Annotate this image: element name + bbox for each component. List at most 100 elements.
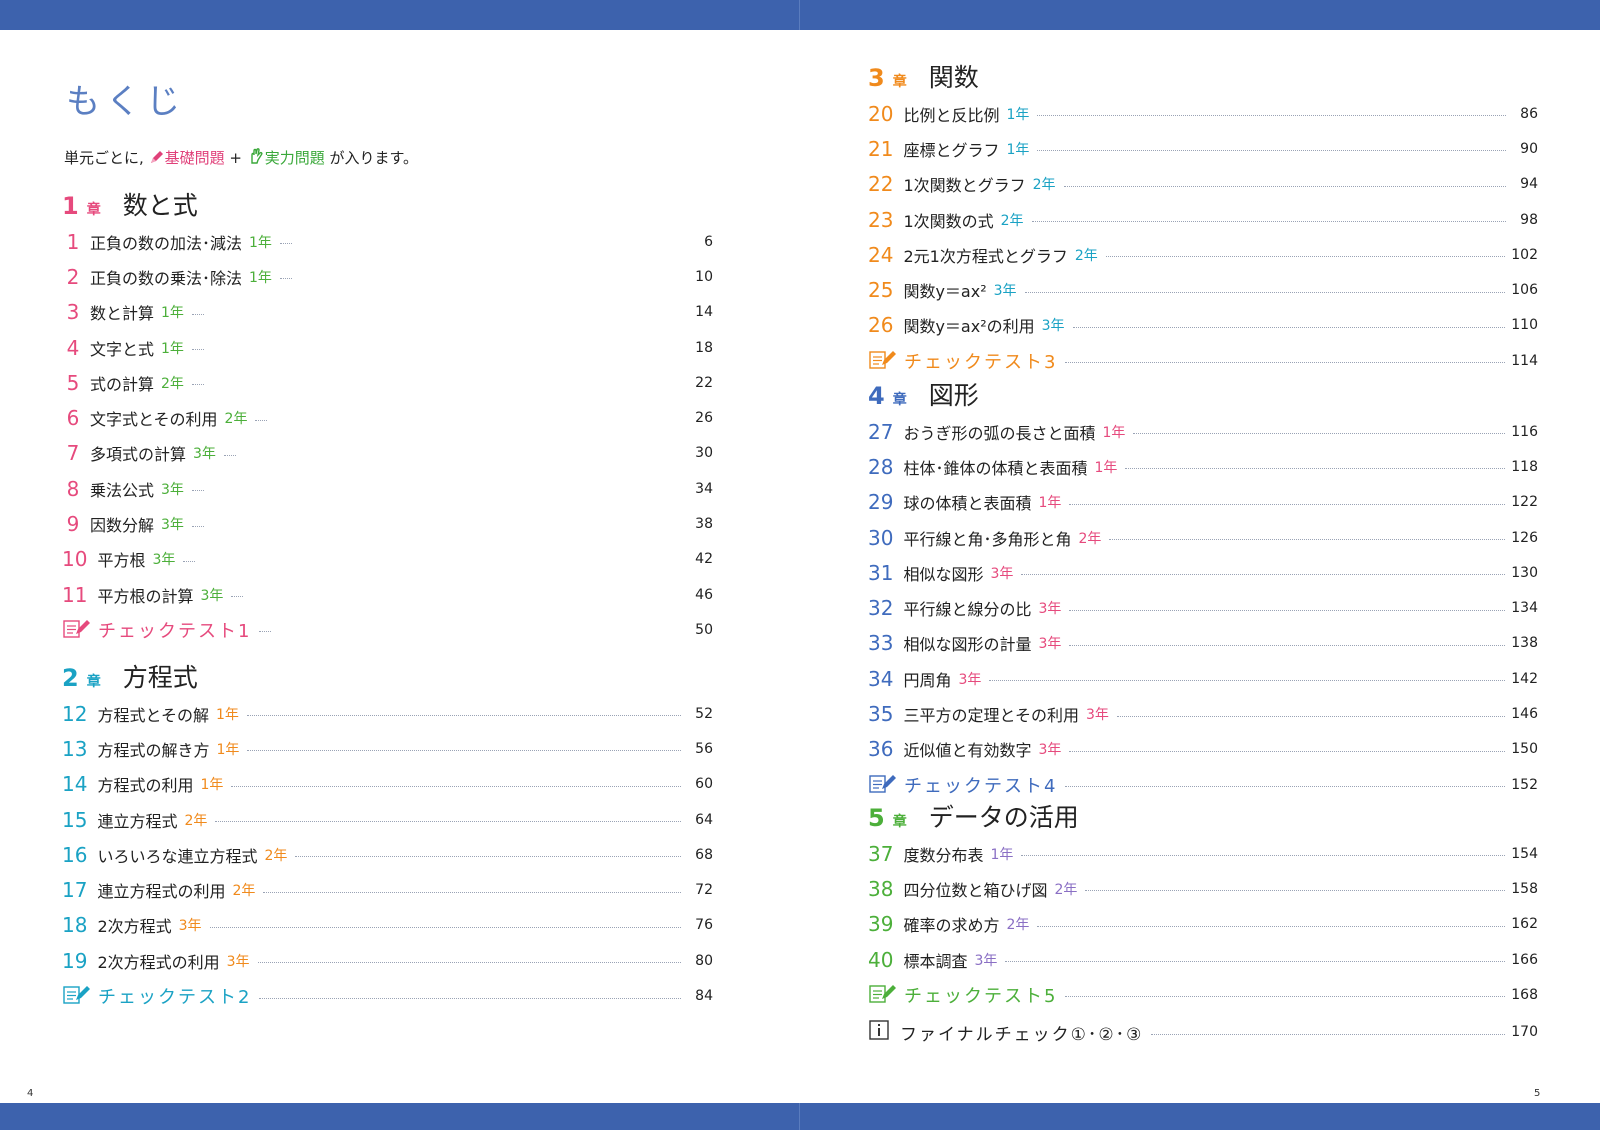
dot-leader xyxy=(191,313,204,315)
item-number: 14 xyxy=(62,772,88,797)
toc-item[interactable]: 35 三平方の定理とその利用 3年 146 xyxy=(868,696,1538,731)
toc-item[interactable]: 38 四分位数と箱ひげ図 2年 158 xyxy=(868,871,1538,906)
toc-item[interactable]: 10 平方根 3年 42 xyxy=(62,542,713,577)
item-title: 球の体積と表面積 xyxy=(903,494,1032,514)
toc-item[interactable]: 6 文字式とその利用 2年 26 xyxy=(62,400,713,435)
toc-item[interactable]: 40 標本調査 3年 166 xyxy=(868,942,1538,977)
toc-item[interactable]: 3 数と計算 1年 14 xyxy=(62,295,713,330)
page-ref: 116 xyxy=(1511,423,1538,440)
dot-leader xyxy=(1065,362,1506,364)
toc-item[interactable]: 26 関数y＝ax²の利用 3年 110 xyxy=(868,308,1538,343)
page-ref: 102 xyxy=(1511,246,1538,263)
item-number: 10 xyxy=(62,547,88,572)
item-number: 27 xyxy=(868,419,894,444)
item-number: 7 xyxy=(66,441,80,466)
toc-item[interactable]: 20 比例と反比例 1年 86 xyxy=(868,96,1538,131)
dot-leader xyxy=(1065,996,1506,998)
checktest-row[interactable]: チェックテスト3 114 xyxy=(868,343,1538,378)
toc-item[interactable]: 31 相似な図形 3年 130 xyxy=(868,555,1538,590)
toc-item[interactable]: 33 相似な図形の計量 3年 138 xyxy=(868,626,1538,661)
item-title: 柱体･錐体の体積と表面積 xyxy=(903,458,1088,478)
toc-item[interactable]: 19 2次方程式の利用 3年 80 xyxy=(62,943,713,978)
page-ref: 126 xyxy=(1511,529,1538,546)
toc-item[interactable]: 39 確率の求め方 2年 162 xyxy=(868,907,1538,942)
checktest-row[interactable]: チェックテスト4 152 xyxy=(868,767,1538,802)
checktest-row[interactable]: チェックテスト1 50 xyxy=(62,612,713,647)
checktest-row[interactable]: チェックテスト5 168 xyxy=(868,977,1538,1012)
grade-badge: 1年 xyxy=(1006,106,1030,123)
final-check-row[interactable]: ファイナルチェック①･②･③ 170 xyxy=(868,1014,1538,1049)
item-title: 2元1次方程式とグラフ xyxy=(903,246,1068,266)
item-number: 37 xyxy=(868,841,894,866)
toc-item[interactable]: 18 2次方程式 3年 76 xyxy=(62,908,713,943)
chapter-title: 図形 xyxy=(928,381,979,410)
page-ref: 30 xyxy=(695,445,713,462)
grade-badge: 1年 xyxy=(161,340,184,357)
toc-item[interactable]: 16 いろいろな連立方程式 2年 68 xyxy=(62,837,713,872)
page-ref: 56 xyxy=(695,740,713,757)
toc-item[interactable]: 7 多項式の計算 3年 30 xyxy=(62,436,713,471)
toc-item[interactable]: 37 度数分布表 1年 154 xyxy=(868,836,1538,871)
grade-badge: 3年 xyxy=(993,283,1017,300)
item-number: 28 xyxy=(868,454,894,479)
toc-item[interactable]: 8 乗法公式 3年 34 xyxy=(62,471,713,506)
item-number: 1 xyxy=(66,229,80,254)
item-title: 正負の数の加法･減法 xyxy=(90,233,243,253)
dot-leader xyxy=(1125,468,1506,470)
toc-chapter-4: 4 章 図形 27 おうぎ形の弧の長さと面積 1年 116 28 柱体･錐体の体積と表面積… xyxy=(868,376,1538,802)
item-title: 確率の求め方 xyxy=(903,916,1000,936)
item-number: 29 xyxy=(868,490,894,515)
grade-badge: 2年 xyxy=(1074,247,1098,264)
page-ref: 46 xyxy=(695,586,713,603)
item-title: おうぎ形の弧の長さと面積 xyxy=(903,423,1096,443)
page-ref: 52 xyxy=(695,705,713,722)
toc-item[interactable]: 13 方程式の解き方 1年 56 xyxy=(62,731,713,766)
grade-badge: 1年 xyxy=(1038,495,1062,512)
toc-item[interactable]: 34 円周角 3年 142 xyxy=(868,661,1538,696)
toc-item[interactable]: 14 方程式の利用 1年 60 xyxy=(62,767,713,802)
toc-item[interactable]: 25 関数y＝ax² 3年 106 xyxy=(868,272,1538,307)
item-title: 文字と式 xyxy=(90,339,155,359)
page-ref: 170 xyxy=(1511,1024,1538,1041)
intro-line: 単元ごとに, 基礎問題 + 実力問題 が入ります。 xyxy=(64,147,418,169)
grade-badge: 3年 xyxy=(178,918,202,935)
chapter-heading: 3 章 関数 xyxy=(868,58,1538,94)
toc-item[interactable]: 29 球の体積と表面積 1年 122 xyxy=(868,485,1538,520)
toc-item[interactable]: 36 近似値と有効数字 3年 150 xyxy=(868,732,1538,767)
page-ref: 162 xyxy=(1511,916,1538,933)
item-number: 30 xyxy=(868,525,894,550)
toc-item[interactable]: 15 連立方程式 2年 64 xyxy=(62,802,713,837)
item-number: 18 xyxy=(62,913,88,938)
toc-item[interactable]: 9 因数分解 3年 38 xyxy=(62,506,713,541)
grade-badge: 1年 xyxy=(249,269,272,286)
toc-item[interactable]: 32 平行線と線分の比 3年 134 xyxy=(868,590,1538,625)
toc-item[interactable]: 11 平方根の計算 3年 46 xyxy=(62,577,713,612)
bottom-band xyxy=(0,1103,1600,1130)
checktest-row[interactable]: チェックテスト2 84 xyxy=(62,978,713,1013)
chapter-items: 1 正負の数の加法･減法 1年 6 2 正負の数の乗法･除法 1年 10 3 数と計算 1年 14 4 文… xyxy=(62,224,713,648)
grade-badge: 3年 xyxy=(990,565,1014,582)
toc-item[interactable]: 21 座標とグラフ 1年 90 xyxy=(868,131,1538,166)
page-ref: 138 xyxy=(1511,635,1538,652)
dot-leader xyxy=(263,891,681,893)
toc-item[interactable]: 27 おうぎ形の弧の長さと面積 1年 116 xyxy=(868,414,1538,449)
toc-item[interactable]: 24 2元1次方程式とグラフ 2年 102 xyxy=(868,237,1538,272)
toc-item[interactable]: 5 式の計算 2年 22 xyxy=(62,365,713,400)
grade-badge: 2年 xyxy=(264,847,288,864)
toc-item[interactable]: 2 正負の数の乗法･除法 1年 10 xyxy=(62,259,713,294)
page-ref: 22 xyxy=(695,374,713,391)
toc-item[interactable]: 17 連立方程式の利用 2年 72 xyxy=(62,872,713,907)
toc-item[interactable]: 22 1次関数とグラフ 2年 94 xyxy=(868,167,1538,202)
toc-item[interactable]: 28 柱体･錐体の体積と表面積 1年 118 xyxy=(868,449,1538,484)
item-title: 関数y＝ax²の利用 xyxy=(903,317,1035,337)
toc-item[interactable]: 23 1次関数の式 2年 98 xyxy=(868,202,1538,237)
item-title: 連立方程式 xyxy=(97,811,178,831)
toc-item[interactable]: 4 文字と式 1年 18 xyxy=(62,330,713,365)
grade-badge: 1年 xyxy=(215,706,239,723)
dot-leader xyxy=(191,349,204,351)
toc-item[interactable]: 1 正負の数の加法･減法 1年 6 xyxy=(62,224,713,259)
toc-item[interactable]: 12 方程式とその解 1年 52 xyxy=(62,696,713,731)
grade-badge: 3年 xyxy=(226,953,250,970)
page-number-right: 5 xyxy=(1534,1088,1541,1099)
toc-item[interactable]: 30 平行線と角･多角形と角 2年 126 xyxy=(868,520,1538,555)
